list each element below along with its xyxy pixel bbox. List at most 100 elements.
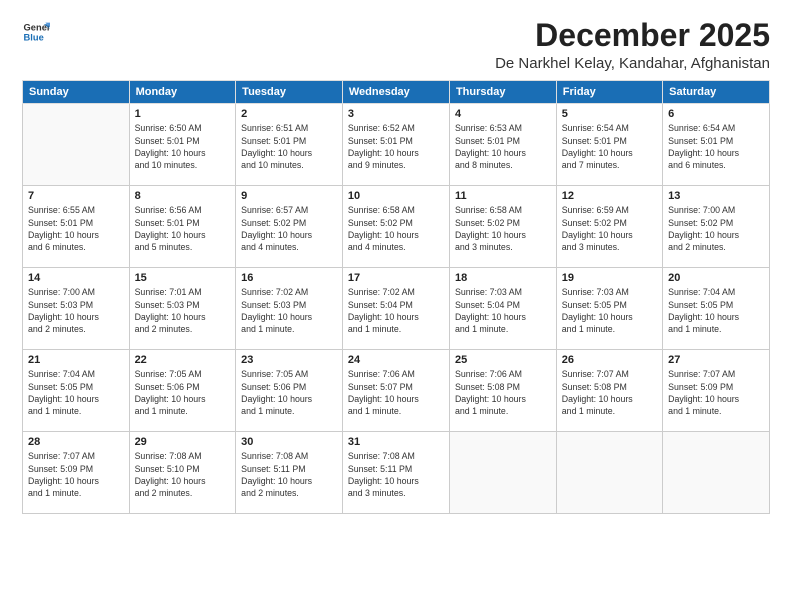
day-number: 27 bbox=[668, 354, 764, 366]
calendar-cell: 2 Sunrise: 6:51 AMSunset: 5:01 PMDaylight… bbox=[236, 104, 343, 186]
day-number: 5 bbox=[562, 108, 657, 120]
day-info: Sunrise: 7:00 AMSunset: 5:03 PMDaylight:… bbox=[28, 286, 124, 335]
day-info: Sunrise: 7:03 AMSunset: 5:04 PMDaylight:… bbox=[455, 286, 551, 335]
calendar-cell: 25Sunrise: 7:06 AMSunset: 5:08 PMDayligh… bbox=[449, 350, 556, 432]
day-info: Sunrise: 6:57 AMSunset: 5:02 PMDaylight:… bbox=[241, 204, 337, 253]
month-title: December 2025 bbox=[495, 18, 770, 53]
calendar-cell: 9 Sunrise: 6:57 AMSunset: 5:02 PMDaylight… bbox=[236, 186, 343, 268]
day-info: Sunrise: 7:01 AMSunset: 5:03 PMDaylight:… bbox=[135, 286, 231, 335]
day-number: 2 bbox=[241, 108, 337, 120]
calendar-cell bbox=[23, 104, 130, 186]
day-info: Sunrise: 6:54 AMSunset: 5:01 PMDaylight:… bbox=[562, 122, 657, 171]
calendar-cell: 23 Sunrise: 7:05 AMSunset: 5:06 PMDayligh… bbox=[236, 350, 343, 432]
day-number: 23 bbox=[241, 354, 337, 366]
day-number: 12 bbox=[562, 190, 657, 202]
calendar-cell: 13 Sunrise: 7:00 AMSunset: 5:02 PMDayligh… bbox=[663, 186, 770, 268]
location-title: De Narkhel Kelay, Kandahar, Afghanistan bbox=[495, 55, 770, 72]
day-number: 6 bbox=[668, 108, 764, 120]
calendar-cell: 8 Sunrise: 6:56 AMSunset: 5:01 PMDaylight… bbox=[129, 186, 236, 268]
day-number: 20 bbox=[668, 272, 764, 284]
day-info: Sunrise: 7:08 AMSunset: 5:11 PMDaylight:… bbox=[241, 450, 337, 499]
calendar-cell: 22 Sunrise: 7:05 AMSunset: 5:06 PMDayligh… bbox=[129, 350, 236, 432]
calendar-cell: 18 Sunrise: 7:03 AMSunset: 5:04 PMDayligh… bbox=[449, 268, 556, 350]
calendar-cell: 20 Sunrise: 7:04 AMSunset: 5:05 PMDayligh… bbox=[663, 268, 770, 350]
calendar-cell: 19Sunrise: 7:03 AMSunset: 5:05 PMDayligh… bbox=[556, 268, 662, 350]
calendar-cell: 21 Sunrise: 7:04 AMSunset: 5:05 PMDayligh… bbox=[23, 350, 130, 432]
day-number: 21 bbox=[28, 354, 124, 366]
day-info: Sunrise: 7:08 AMSunset: 5:11 PMDaylight:… bbox=[348, 450, 444, 499]
day-info: Sunrise: 7:02 AMSunset: 5:03 PMDaylight:… bbox=[241, 286, 337, 335]
calendar-cell: 11Sunrise: 6:58 AMSunset: 5:02 PMDayligh… bbox=[449, 186, 556, 268]
calendar-cell: 4Sunrise: 6:53 AMSunset: 5:01 PMDaylight… bbox=[449, 104, 556, 186]
weekday-header-wednesday: Wednesday bbox=[342, 81, 449, 104]
week-row-5: 28Sunrise: 7:07 AMSunset: 5:09 PMDayligh… bbox=[23, 432, 770, 514]
day-info: Sunrise: 6:50 AMSunset: 5:01 PMDaylight:… bbox=[135, 122, 231, 171]
svg-text:General: General bbox=[24, 22, 50, 32]
day-number: 1 bbox=[135, 108, 231, 120]
day-info: Sunrise: 6:51 AMSunset: 5:01 PMDaylight:… bbox=[241, 122, 337, 171]
calendar-cell: 31 Sunrise: 7:08 AMSunset: 5:11 PMDayligh… bbox=[342, 432, 449, 514]
day-info: Sunrise: 7:04 AMSunset: 5:05 PMDaylight:… bbox=[28, 368, 124, 417]
week-row-4: 21 Sunrise: 7:04 AMSunset: 5:05 PMDayligh… bbox=[23, 350, 770, 432]
calendar-cell: 14 Sunrise: 7:00 AMSunset: 5:03 PMDayligh… bbox=[23, 268, 130, 350]
day-number: 10 bbox=[348, 190, 444, 202]
weekday-header-thursday: Thursday bbox=[449, 81, 556, 104]
day-info: Sunrise: 6:58 AMSunset: 5:02 PMDaylight:… bbox=[348, 204, 444, 253]
day-number: 22 bbox=[135, 354, 231, 366]
calendar-cell: 15 Sunrise: 7:01 AMSunset: 5:03 PMDayligh… bbox=[129, 268, 236, 350]
day-info: Sunrise: 6:58 AMSunset: 5:02 PMDaylight:… bbox=[455, 204, 551, 253]
day-info: Sunrise: 7:06 AMSunset: 5:07 PMDaylight:… bbox=[348, 368, 444, 417]
week-row-2: 7 Sunrise: 6:55 AMSunset: 5:01 PMDaylight… bbox=[23, 186, 770, 268]
calendar-cell bbox=[556, 432, 662, 514]
day-info: Sunrise: 6:52 AMSunset: 5:01 PMDaylight:… bbox=[348, 122, 444, 171]
day-info: Sunrise: 7:07 AMSunset: 5:09 PMDaylight:… bbox=[668, 368, 764, 417]
day-number: 7 bbox=[28, 190, 124, 202]
day-number: 26 bbox=[562, 354, 657, 366]
day-info: Sunrise: 6:56 AMSunset: 5:01 PMDaylight:… bbox=[135, 204, 231, 253]
day-info: Sunrise: 7:07 AMSunset: 5:09 PMDaylight:… bbox=[28, 450, 124, 499]
title-block: December 2025 De Narkhel Kelay, Kandahar… bbox=[495, 18, 770, 72]
weekday-header-sunday: Sunday bbox=[23, 81, 130, 104]
calendar-cell: 1 Sunrise: 6:50 AMSunset: 5:01 PMDaylight… bbox=[129, 104, 236, 186]
logo: General Blue bbox=[22, 18, 50, 46]
day-number: 29 bbox=[135, 436, 231, 448]
calendar-cell: 27 Sunrise: 7:07 AMSunset: 5:09 PMDayligh… bbox=[663, 350, 770, 432]
page: General Blue December 2025 De Narkhel Ke… bbox=[0, 0, 792, 612]
day-number: 24 bbox=[348, 354, 444, 366]
day-number: 31 bbox=[348, 436, 444, 448]
day-info: Sunrise: 7:05 AMSunset: 5:06 PMDaylight:… bbox=[135, 368, 231, 417]
day-number: 4 bbox=[455, 108, 551, 120]
day-number: 8 bbox=[135, 190, 231, 202]
day-number: 14 bbox=[28, 272, 124, 284]
weekday-header-saturday: Saturday bbox=[663, 81, 770, 104]
day-info: Sunrise: 7:05 AMSunset: 5:06 PMDaylight:… bbox=[241, 368, 337, 417]
day-number: 17 bbox=[348, 272, 444, 284]
calendar-cell: 29 Sunrise: 7:08 AMSunset: 5:10 PMDayligh… bbox=[129, 432, 236, 514]
weekday-header-monday: Monday bbox=[129, 81, 236, 104]
day-number: 15 bbox=[135, 272, 231, 284]
day-info: Sunrise: 7:00 AMSunset: 5:02 PMDaylight:… bbox=[668, 204, 764, 253]
day-number: 18 bbox=[455, 272, 551, 284]
svg-text:Blue: Blue bbox=[24, 33, 44, 43]
day-info: Sunrise: 6:55 AMSunset: 5:01 PMDaylight:… bbox=[28, 204, 124, 253]
calendar-cell: 7 Sunrise: 6:55 AMSunset: 5:01 PMDaylight… bbox=[23, 186, 130, 268]
day-info: Sunrise: 6:54 AMSunset: 5:01 PMDaylight:… bbox=[668, 122, 764, 171]
calendar-cell: 30Sunrise: 7:08 AMSunset: 5:11 PMDayligh… bbox=[236, 432, 343, 514]
week-row-1: 1 Sunrise: 6:50 AMSunset: 5:01 PMDaylight… bbox=[23, 104, 770, 186]
day-info: Sunrise: 7:03 AMSunset: 5:05 PMDaylight:… bbox=[562, 286, 657, 335]
weekday-header-tuesday: Tuesday bbox=[236, 81, 343, 104]
calendar-cell: 26Sunrise: 7:07 AMSunset: 5:08 PMDayligh… bbox=[556, 350, 662, 432]
day-info: Sunrise: 7:04 AMSunset: 5:05 PMDaylight:… bbox=[668, 286, 764, 335]
calendar-cell bbox=[449, 432, 556, 514]
day-number: 3 bbox=[348, 108, 444, 120]
weekday-header-row: SundayMondayTuesdayWednesdayThursdayFrid… bbox=[23, 81, 770, 104]
day-number: 9 bbox=[241, 190, 337, 202]
calendar-cell: 3 Sunrise: 6:52 AMSunset: 5:01 PMDaylight… bbox=[342, 104, 449, 186]
day-info: Sunrise: 7:02 AMSunset: 5:04 PMDaylight:… bbox=[348, 286, 444, 335]
calendar-cell: 10 Sunrise: 6:58 AMSunset: 5:02 PMDayligh… bbox=[342, 186, 449, 268]
calendar-table: SundayMondayTuesdayWednesdayThursdayFrid… bbox=[22, 80, 770, 514]
day-info: Sunrise: 7:08 AMSunset: 5:10 PMDaylight:… bbox=[135, 450, 231, 499]
day-number: 25 bbox=[455, 354, 551, 366]
day-number: 13 bbox=[668, 190, 764, 202]
calendar-cell: 12Sunrise: 6:59 AMSunset: 5:02 PMDayligh… bbox=[556, 186, 662, 268]
